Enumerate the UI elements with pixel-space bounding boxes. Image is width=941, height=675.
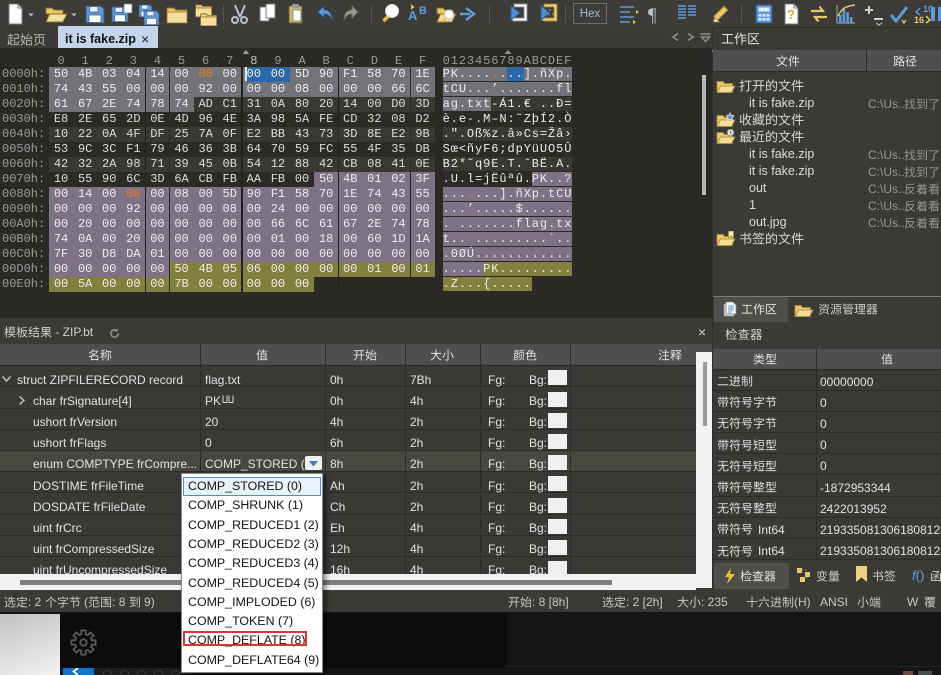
- svg-text:B: B: [419, 5, 427, 17]
- svg-text:A: A: [408, 8, 418, 23]
- svg-text:16: 16: [914, 15, 924, 25]
- svg-text:¶: ¶: [648, 5, 657, 26]
- svg-text:?: ?: [787, 7, 795, 22]
